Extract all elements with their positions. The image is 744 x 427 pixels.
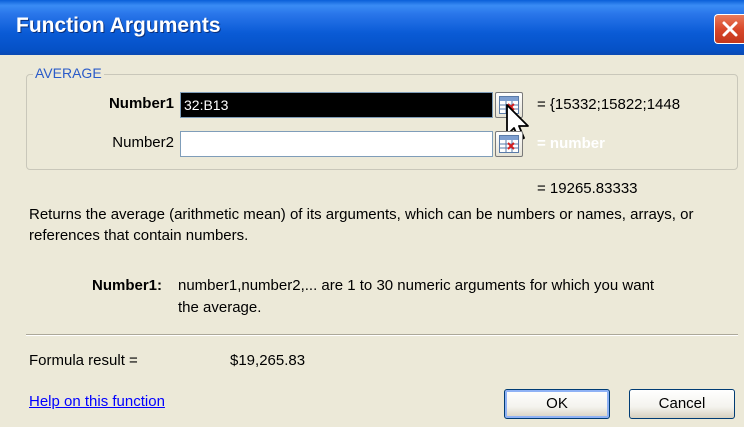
function-description: Returns the average (arithmetic mean) of…: [29, 206, 694, 244]
formula-result-label: Formula result =: [29, 352, 138, 369]
arg-help-text: number1,number2,... are 1 to 30 numeric …: [178, 277, 655, 294]
number1-result: = {15332;15822;1448: [537, 96, 681, 113]
separator: [26, 334, 738, 336]
arg-help-text-continued: the average.: [178, 299, 262, 316]
number2-input[interactable]: [180, 131, 493, 157]
title-bar[interactable]: Function Arguments: [0, 0, 744, 55]
function-arguments-dialog: Function Arguments AVERAGE Number1 32:B1…: [0, 0, 744, 427]
ok-button[interactable]: OK: [504, 389, 610, 419]
close-icon: [722, 21, 738, 37]
number2-range-button[interactable]: [495, 131, 523, 157]
formula-result-value: $19,265.83: [230, 352, 306, 369]
number1-label: Number1: [108, 95, 174, 112]
help-on-function-link[interactable]: Help on this function: [29, 393, 165, 410]
arg-help-name: Number1:: [92, 277, 163, 294]
dialog-title: Function Arguments: [16, 14, 221, 37]
number2-label: Number2: [112, 134, 174, 151]
number2-result: = number: [537, 135, 605, 152]
number1-input[interactable]: 32:B13: [180, 92, 493, 118]
function-result-value: = 19265.83333: [537, 180, 638, 197]
function-name-legend: AVERAGE: [33, 65, 104, 81]
close-button[interactable]: [714, 14, 744, 44]
range-select-icon: [499, 135, 519, 153]
cancel-button[interactable]: Cancel: [629, 389, 735, 419]
